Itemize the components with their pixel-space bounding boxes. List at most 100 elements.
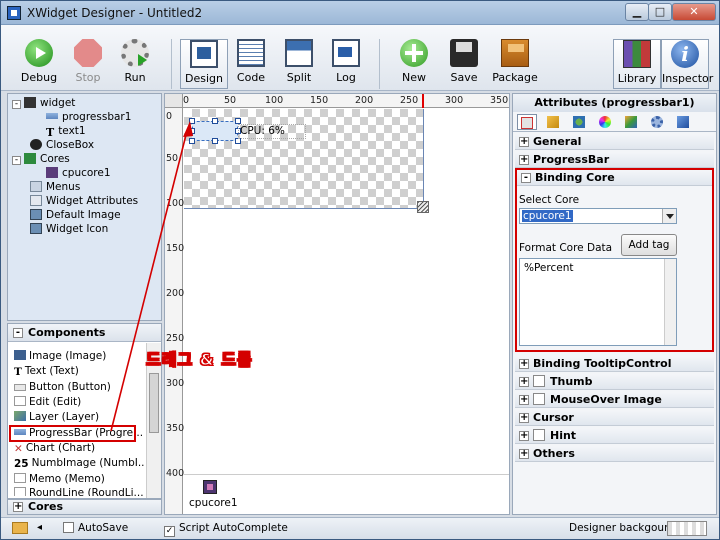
stop-button[interactable]: Stop [64, 39, 112, 89]
tab-3d[interactable] [621, 114, 641, 130]
textarea-scrollbar[interactable] [664, 259, 676, 345]
shapes-icon [573, 116, 585, 128]
tree-item-menus[interactable]: Menus [30, 180, 80, 194]
split-label: Split [286, 71, 312, 84]
tree-item-widget-attributes[interactable]: Widget Attributes [30, 194, 138, 208]
design-view-button[interactable]: Design [180, 39, 228, 89]
component-button[interactable]: Button (Button) [14, 380, 144, 395]
expand-toggle[interactable]: + [519, 137, 529, 147]
library-label: Library [617, 72, 657, 85]
section-label: General [533, 135, 582, 148]
tree-item-widget[interactable]: - widget [12, 96, 75, 110]
component-text[interactable]: T Text (Text) [14, 364, 144, 379]
mouseover-checkbox[interactable] [533, 393, 545, 405]
section-thumb[interactable]: + Thumb [515, 374, 714, 390]
tab-shapes[interactable] [569, 114, 589, 130]
section-hint[interactable]: + Hint [515, 428, 714, 444]
resize-grip[interactable] [417, 201, 429, 213]
new-button[interactable]: New [390, 39, 438, 89]
tree-item-text1[interactable]: Ttext1 [46, 124, 86, 139]
add-tag-button[interactable]: Add tag [621, 234, 677, 256]
expand-toggle[interactable]: + [13, 502, 23, 512]
tab-settings[interactable] [647, 114, 667, 130]
section-others[interactable]: + Others [515, 446, 714, 462]
expand-toggle[interactable]: + [519, 395, 529, 405]
run-button[interactable]: Run [111, 39, 159, 89]
tab-box[interactable] [673, 114, 693, 130]
code-view-button[interactable]: Code [227, 39, 275, 89]
designer-background-swatch[interactable] [667, 521, 707, 536]
collapse-toggle[interactable]: - [13, 328, 23, 338]
component-memo[interactable]: Memo (Memo) [14, 472, 144, 487]
save-button[interactable]: Save [440, 39, 488, 89]
section-mouseover-image[interactable]: + MouseOver Image [515, 392, 714, 408]
status-bar: ◂ AutoSave ✓ Script AutoComplete Designer… [1, 517, 719, 539]
folder-icon[interactable] [12, 522, 28, 534]
library-button[interactable]: Library [613, 39, 661, 89]
autosave-checkbox[interactable] [63, 522, 74, 533]
close-button[interactable]: ✕ [672, 3, 716, 21]
component-roundline[interactable]: RoundLine (RoundLi... [14, 486, 144, 496]
tree-item-progressbar1[interactable]: progressbar1 [46, 110, 131, 124]
tree-item-widget-icon[interactable]: Widget Icon [30, 222, 108, 236]
section-label: Thumb [550, 375, 593, 388]
hint-checkbox[interactable] [533, 429, 545, 441]
progressbar-highlight [9, 425, 136, 442]
autosave-toggle[interactable]: AutoSave [63, 522, 128, 534]
log-view-button[interactable]: Log [322, 39, 370, 89]
design-canvas[interactable]: 0 50 100 150 200 250 300 350 0 50 100 15… [164, 93, 510, 515]
components-header[interactable]: - Components [8, 324, 161, 342]
cpu-core-icon[interactable] [203, 480, 217, 494]
resize-handle[interactable] [212, 118, 218, 124]
edit-icon [14, 396, 26, 406]
thumb-checkbox[interactable] [533, 375, 545, 387]
ruler-label: 350 [166, 423, 185, 434]
resize-handle[interactable] [212, 138, 218, 144]
expand-toggle[interactable]: + [519, 449, 529, 459]
component-chart[interactable]: ✕ Chart (Chart) [14, 441, 144, 456]
debug-button[interactable]: Debug [15, 39, 63, 89]
expand-toggle[interactable]: + [519, 413, 529, 423]
component-edit[interactable]: Edit (Edit) [14, 395, 144, 410]
split-view-button[interactable]: Split [275, 39, 323, 89]
resize-handle[interactable] [189, 138, 195, 144]
inspector-button[interactable]: i Inspector [661, 39, 713, 89]
tree-item-cpucore1[interactable]: cpucore1 [46, 166, 111, 180]
expand-toggle[interactable]: + [519, 377, 529, 387]
tab-general[interactable] [517, 114, 537, 130]
component-numbimage[interactable]: 25 NumbImage (NumbI... [14, 456, 144, 471]
expand-toggle[interactable]: + [519, 431, 529, 441]
component-image[interactable]: Image (Image) [14, 349, 144, 364]
collapse-toggle[interactable]: - [12, 156, 21, 165]
component-layer[interactable]: Layer (Layer) [14, 410, 144, 425]
format-core-data-textarea[interactable]: %Percent [519, 258, 677, 346]
tree-item-cores[interactable]: - Cores [12, 152, 70, 166]
collapse-toggle[interactable]: - [12, 100, 21, 109]
section-binding-tooltipcontrol[interactable]: + Binding TooltipControl [515, 356, 714, 372]
tab-ruler[interactable] [543, 114, 563, 130]
section-general[interactable]: + General [515, 134, 714, 150]
expand-toggle[interactable]: + [519, 155, 529, 165]
select-core-dropdown[interactable]: cpucore1 [519, 208, 677, 224]
script-autocomplete-toggle[interactable]: ✓ Script AutoComplete [164, 522, 288, 537]
drag-and-drop-annotation: 드래그 & 드롭 [146, 350, 253, 370]
tree-item-label: widget [40, 97, 76, 109]
section-cursor[interactable]: + Cursor [515, 410, 714, 426]
tree-item-closebox[interactable]: CloseBox [30, 138, 94, 152]
chevron-down-icon[interactable] [662, 209, 676, 223]
resize-handle[interactable] [189, 128, 195, 134]
tree-item-default-image[interactable]: Default Image [30, 208, 121, 222]
minimize-button[interactable]: ▁ [625, 3, 649, 21]
ruler-label: 0 [183, 95, 190, 106]
package-button[interactable]: Package [491, 39, 539, 89]
tab-color[interactable] [595, 114, 615, 130]
cpu-text-element[interactable]: CPU: 6% [238, 124, 306, 139]
section-progressbar[interactable]: + ProgressBar [515, 152, 714, 168]
cores-panel-header[interactable]: + Cores [7, 499, 162, 515]
scrollbar-thumb[interactable] [149, 373, 159, 433]
expand-toggle[interactable]: + [519, 359, 529, 369]
box-icon [677, 116, 689, 128]
script-autocomplete-checkbox[interactable]: ✓ [164, 526, 175, 537]
maximize-button[interactable]: □ [648, 3, 672, 21]
resize-handle[interactable] [189, 118, 195, 124]
